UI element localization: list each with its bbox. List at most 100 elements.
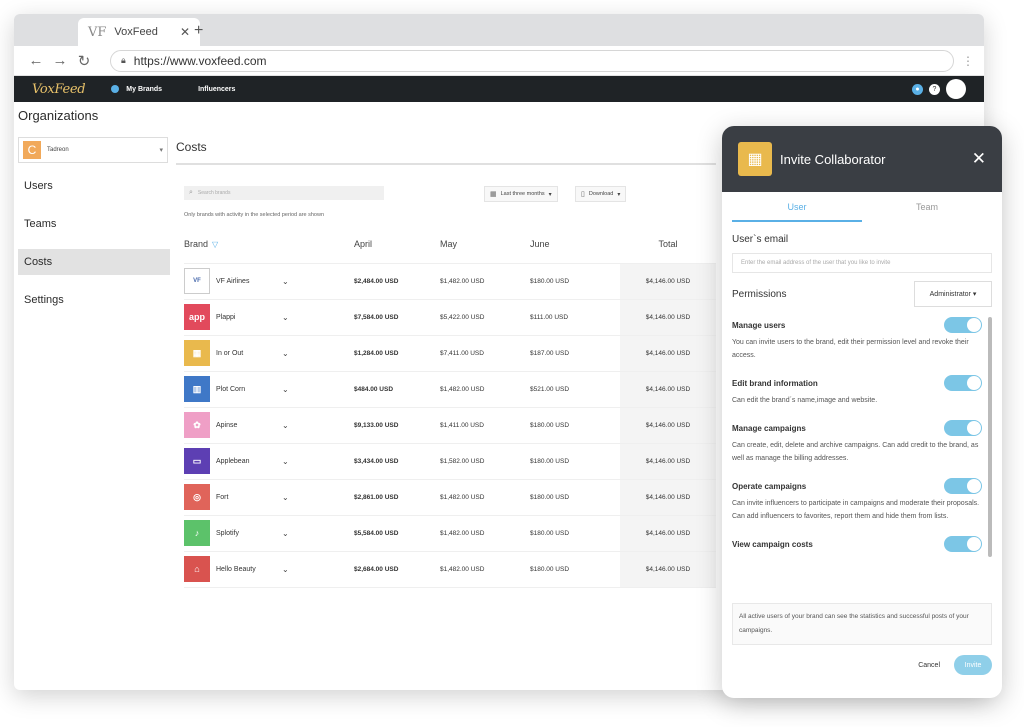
permission-name: Manage campaigns (732, 423, 806, 433)
table-row[interactable]: ◎ Fort ⌄ $2,861.00 USD $1,482.00 USD $180.00 … (184, 478, 716, 515)
url-field[interactable]: 🔒︎ https://www.voxfeed.com (110, 49, 954, 72)
expand-chevron-icon[interactable]: ⌄ (282, 385, 289, 394)
toggle-knob (967, 318, 981, 332)
brand-logo: ♪ (184, 520, 210, 546)
back-icon[interactable]: ← (24, 52, 48, 69)
org-name: Tadreon (47, 147, 69, 153)
sidebar-item-teams[interactable]: Teams (18, 211, 170, 237)
nav-influencers-label: Influencers (198, 85, 236, 93)
calendar-icon: ▦ (490, 191, 497, 198)
close-icon[interactable]: ✕ (972, 149, 986, 169)
panel-title: Invite Collaborator (780, 151, 886, 167)
tab-user[interactable]: User (732, 202, 862, 222)
favicon-icon: VF (88, 24, 107, 40)
permission-toggle[interactable] (944, 375, 982, 391)
table-row[interactable]: ▭ Applebean ⌄ $3,434.00 USD $1,582.00 USD $18… (184, 442, 716, 479)
search-input[interactable]: ⌕ Search brands (184, 186, 384, 200)
expand-chevron-icon[interactable]: ⌄ (282, 421, 289, 430)
permission-toggle[interactable] (944, 317, 982, 333)
table-header-row: Brand ▽ April May June Total (184, 225, 716, 263)
help-icon[interactable]: ? (929, 83, 940, 95)
email-field[interactable]: Enter the email address of the user that… (732, 253, 992, 273)
cancel-button[interactable]: Cancel (918, 662, 940, 669)
nav-influencers[interactable]: Influencers (198, 86, 235, 93)
column-may: May (440, 238, 458, 249)
table-row[interactable]: ♪ Splotify ⌄ $5,584.00 USD $1,482.00 USD $180… (184, 514, 716, 551)
role-value: Administrator (929, 290, 971, 298)
june-cost: $180.00 USD (530, 514, 620, 551)
permission-toggle[interactable] (944, 478, 982, 494)
brand-logo: ▭ (184, 448, 210, 474)
chevron-down-icon: ▾ (159, 147, 163, 154)
invite-button[interactable]: Invite (954, 655, 992, 675)
close-tab-icon[interactable]: ✕ (180, 25, 190, 39)
browser-menu-icon[interactable]: ⋮ (962, 54, 974, 68)
new-tab-icon[interactable]: + (194, 22, 203, 40)
sidebar-item-users[interactable]: Users (18, 173, 170, 199)
period-label: Last three months (500, 191, 545, 197)
april-cost: $5,584.00 USD (354, 514, 440, 551)
sidebar-item-costs[interactable]: Costs (18, 249, 170, 275)
column-total: Total (620, 225, 716, 263)
download-button[interactable]: ▯ Download ▾ (575, 186, 627, 202)
brand-logo: ⌂ (184, 556, 210, 582)
browser-tab[interactable]: VF VoxFeed ✕ (78, 18, 200, 46)
expand-chevron-icon[interactable]: ⌄ (282, 565, 289, 574)
brand-cell: ▭ Applebean ⌄ (184, 442, 354, 479)
table-row[interactable]: app Plappi ⌄ $7,584.00 USD $5,422.00 USD $111… (184, 298, 716, 335)
expand-chevron-icon[interactable]: ⌄ (282, 313, 289, 322)
permission-description: Can edit the brand´s name,image and webs… (732, 397, 878, 404)
table-row[interactable]: ✿ Apinse ⌄ $9,133.00 USD $1,411.00 USD $180.0… (184, 406, 716, 443)
toggle-knob (967, 421, 981, 435)
period-select[interactable]: ▦ Last three months ▾ (484, 186, 558, 202)
table-row[interactable]: VF VF Airlines ⌄ $2,484.00 USD $1,482.00 USD… (184, 262, 716, 299)
expand-chevron-icon[interactable]: ⌄ (282, 349, 289, 358)
permission-description: Can invite influencers to participate in… (732, 500, 980, 520)
role-select[interactable]: Administrator ▾ (914, 281, 992, 307)
total-cost: $4,146.00 USD (620, 262, 716, 299)
brand-cell: ✿ Apinse ⌄ (184, 406, 354, 443)
toggle-knob (967, 376, 981, 390)
table-row[interactable]: ⌂ Hello Beauty ⌄ $2,684.00 USD $1,482.00 USD… (184, 550, 716, 588)
permission-toggle[interactable] (944, 420, 982, 436)
brand-name: In or Out (216, 349, 244, 357)
organizations-title: Organizations (18, 108, 99, 123)
side-menu: Users Teams Costs Settings (18, 173, 188, 313)
permission-name: View campaign costs (732, 539, 813, 549)
sort-chevron-icon[interactable]: ▽ (212, 240, 218, 249)
april-cost: $2,861.00 USD (354, 478, 440, 515)
table-row[interactable]: ▦ In or Out ⌄ $1,284.00 USD $7,411.00 USD $18… (184, 334, 716, 371)
column-june: June (530, 238, 550, 249)
tab-team[interactable]: Team (862, 202, 992, 222)
user-avatar[interactable] (946, 79, 966, 99)
brand-cell: VF VF Airlines ⌄ (184, 262, 354, 299)
permissions-list[interactable]: Manage users You can invite users to the … (732, 317, 992, 593)
brand-cell-content: ♪ Splotify ⌄ (184, 520, 354, 546)
expand-chevron-icon[interactable]: ⌄ (282, 529, 289, 538)
nav-my-brands[interactable]: My Brands (111, 85, 162, 93)
brand-logo: ✿ (184, 412, 210, 438)
column-brand[interactable]: Brand ▽ (184, 225, 354, 263)
tab-strip: VF VoxFeed ✕ + (14, 14, 984, 46)
brand-cell-content: ▭ Applebean ⌄ (184, 448, 354, 474)
permission-item: Manage campaigns Can create, edit, delete… (732, 420, 982, 465)
expand-chevron-icon[interactable]: ⌄ (282, 457, 289, 466)
voxfeed-logo[interactable]: VoxFeed (32, 82, 86, 97)
brand-name: Apinse (216, 421, 238, 429)
organization-select[interactable]: C Tadreon ▾ (18, 137, 168, 163)
table-row[interactable]: ▥ Plot Corn ⌄ $484.00 USD $1,482.00 USD $521.… (184, 370, 716, 407)
forward-icon[interactable]: → (48, 52, 72, 69)
sidebar-item-settings[interactable]: Settings (18, 287, 170, 313)
reload-icon[interactable]: ↻ (72, 52, 96, 70)
permission-item: Operate campaigns Can invite influencers … (732, 478, 982, 523)
may-cost: $1,482.00 USD (440, 262, 530, 299)
expand-chevron-icon[interactable]: ⌄ (282, 493, 289, 502)
search-icon: ⌕ (189, 189, 193, 196)
permission-toggle[interactable] (944, 536, 982, 552)
scrollbar[interactable] (988, 317, 992, 557)
notifications-icon[interactable]: ● (912, 83, 923, 95)
permission-description: You can invite users to the brand, edit … (732, 339, 969, 359)
permission-header: Edit brand information (732, 375, 982, 391)
visibility-note: All active users of your brand can see t… (732, 603, 992, 645)
expand-chevron-icon[interactable]: ⌄ (282, 277, 289, 286)
